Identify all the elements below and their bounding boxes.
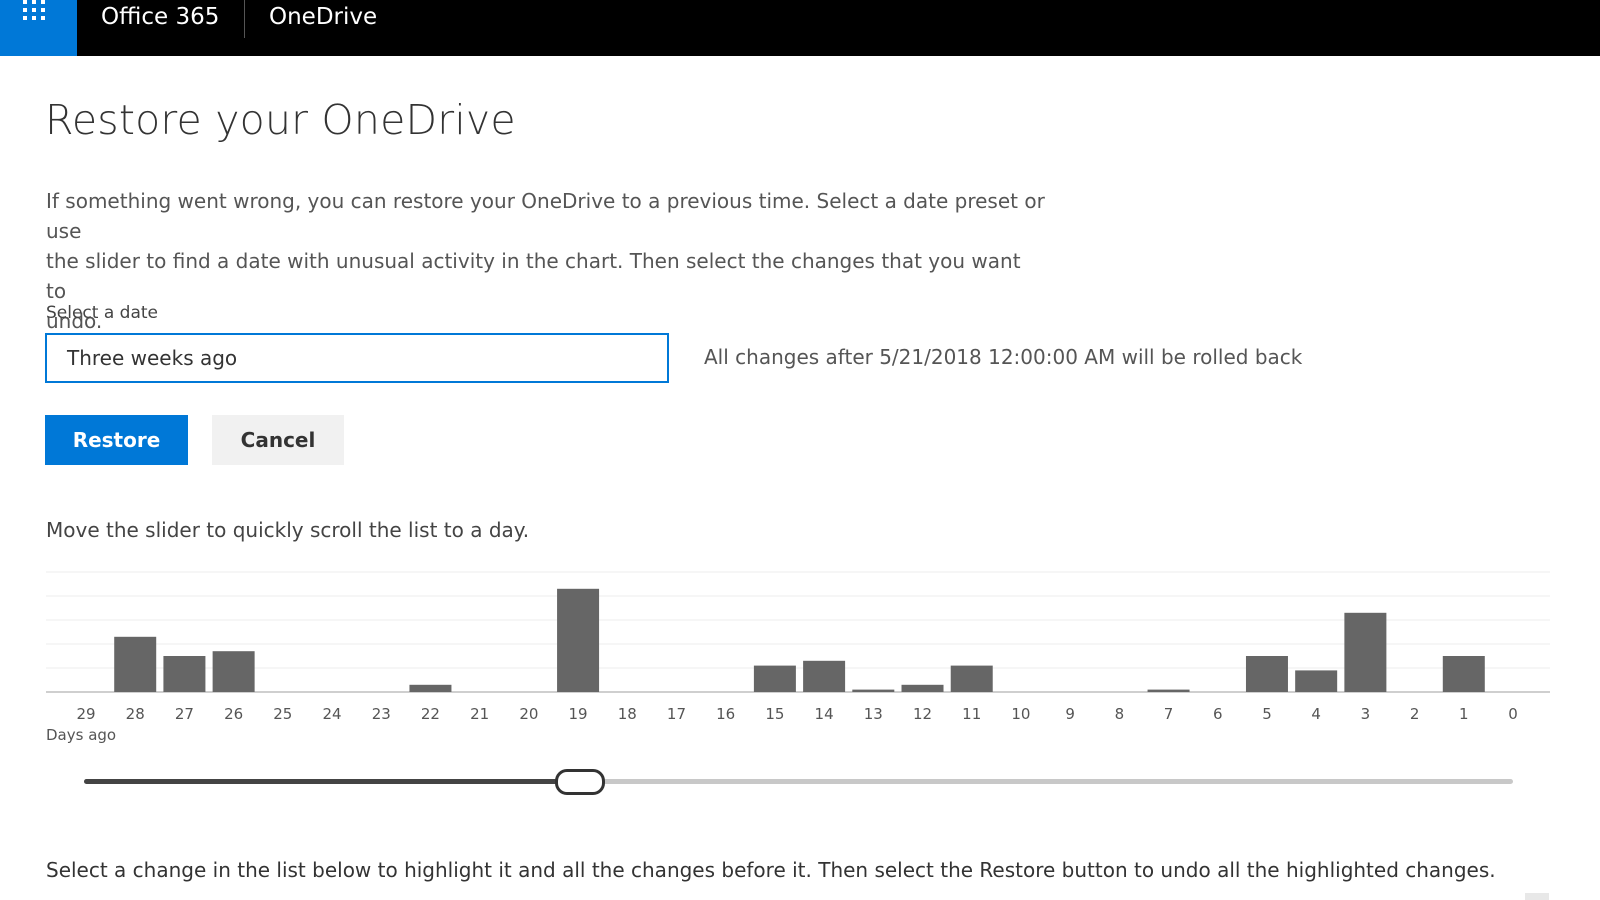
x-tick-label: 19 [569,705,588,723]
x-tick-label: 2 [1410,705,1420,723]
intro-line: undo. [46,309,103,333]
activity-bar-day-22[interactable] [409,684,452,692]
office-365-link[interactable]: Office 365 [101,0,219,34]
page-title: Restore your OneDrive [45,96,516,144]
x-tick-label: 8 [1115,705,1125,723]
activity-bar-day-4[interactable] [1295,670,1338,692]
x-tick-label: 18 [618,705,637,723]
cancel-button[interactable]: Cancel [212,415,344,465]
header-divider [244,0,245,38]
activity-bar-day-5[interactable] [1245,656,1288,692]
activity-bar-day-14[interactable] [803,660,846,692]
activity-bar-day-15[interactable] [753,665,796,692]
top-navigation-bar: Office 365 OneDrive [0,0,1600,56]
x-tick-label: 20 [519,705,538,723]
slider-thumb[interactable] [554,769,605,795]
x-tick-label: 24 [322,705,341,723]
scrollbar-thumb[interactable] [1525,893,1549,900]
activity-bar-day-26[interactable] [212,651,255,692]
x-tick-label: 3 [1361,705,1371,723]
restore-button[interactable]: Restore [45,415,188,465]
x-tick-label: 28 [126,705,145,723]
x-tick-label: 12 [913,705,932,723]
slider-hint: Move the slider to quickly scroll the li… [46,518,530,542]
x-tick-label: 10 [1011,705,1030,723]
activity-bar-day-1[interactable] [1442,656,1485,692]
app-launcher-button[interactable] [0,0,77,56]
x-tick-label: 11 [962,705,981,723]
activity-bar-day-27[interactable] [163,656,206,692]
x-tick-label: 14 [815,705,834,723]
x-tick-label: 26 [224,705,243,723]
rollback-note: All changes after 5/21/2018 12:00:00 AM … [704,345,1303,369]
activity-bar-day-7[interactable] [1147,689,1190,692]
x-tick-label: 0 [1508,705,1518,723]
x-tick-label: 16 [716,705,735,723]
x-tick-label: 29 [76,705,95,723]
x-axis-label: Days ago [46,726,117,744]
intro-text: If something went wrong, you can restore… [46,186,1046,336]
select-date-label: Select a date [46,303,159,323]
activity-bar-day-11[interactable] [950,665,993,692]
onedrive-link[interactable]: OneDrive [269,0,377,34]
x-tick-label: 7 [1164,705,1174,723]
x-tick-label: 1 [1459,705,1469,723]
x-tick-label: 4 [1311,705,1321,723]
x-tick-label: 5 [1262,705,1272,723]
x-tick-label: 25 [273,705,292,723]
x-tick-label: 9 [1065,705,1075,723]
list-instructions: Select a change in the list below to hig… [46,858,1496,882]
activity-bar-day-3[interactable] [1344,612,1387,692]
waffle-icon [23,0,45,20]
activity-bar-day-28[interactable] [114,636,157,692]
x-tick-label: 22 [421,705,440,723]
x-tick-label: 21 [470,705,489,723]
x-tick-label: 17 [667,705,686,723]
x-tick-label: 15 [765,705,784,723]
slider-fill [84,779,577,784]
activity-bar-day-12[interactable] [901,684,944,692]
x-tick-label: 6 [1213,705,1223,723]
intro-line: If something went wrong, you can restore… [46,189,1045,243]
intro-line: the slider to find a date with unusual a… [46,249,1021,303]
date-preset-value: Three weeks ago [67,346,238,370]
x-tick-label: 23 [372,705,391,723]
activity-bar-day-19[interactable] [557,588,600,692]
date-preset-dropdown[interactable]: Three weeks ago [45,333,669,383]
x-tick-label: 27 [175,705,194,723]
day-slider[interactable] [84,766,1513,796]
x-tick-label: 13 [864,705,883,723]
activity-chart: 29 28 27 26 25 24 23 22 21 20 19 18 17 16 15 14 13 12 11 10… [46,571,1550,723]
activity-bar-day-13[interactable] [852,689,895,692]
